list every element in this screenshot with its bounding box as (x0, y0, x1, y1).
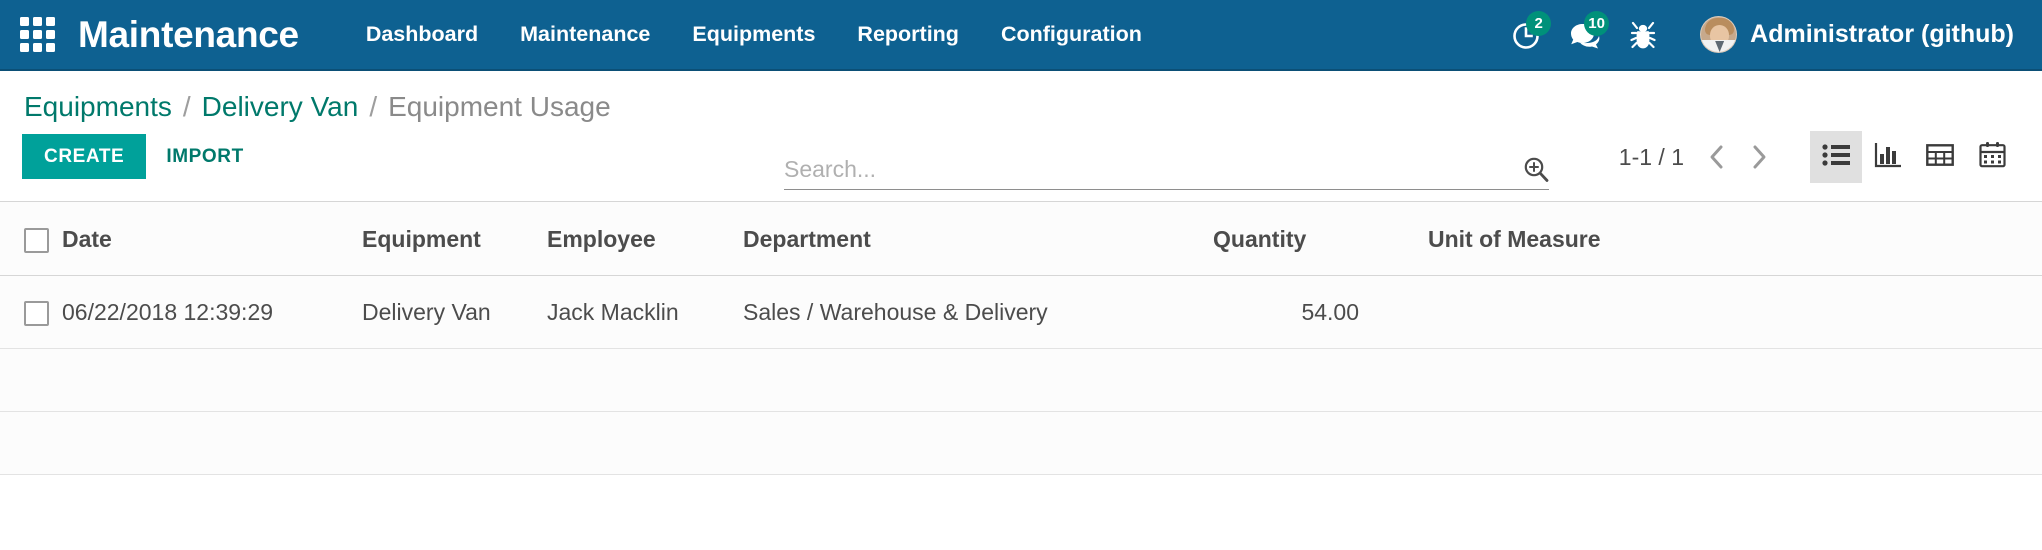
table-header-row: Date Equipment Employee Department Quant… (0, 202, 2042, 277)
activity-clock-icon[interactable]: 2 (1498, 0, 1556, 70)
user-avatar (1700, 16, 1738, 53)
table-empty-row (0, 348, 2042, 412)
debug-bug-icon[interactable] (1614, 0, 1672, 70)
apps-grid-dot (32, 17, 42, 26)
messages-count-badge: 10 (1584, 11, 1610, 36)
column-header-quantity[interactable]: Quantity (1213, 202, 1373, 277)
apps-grid-dot (19, 43, 29, 52)
breadcrumb-item-equipments[interactable]: Equipments (24, 93, 172, 121)
menu-item-reporting[interactable]: Reporting (836, 0, 980, 70)
breadcrumb: Equipments / Delivery Van / Equipment Us… (0, 93, 611, 121)
pivot-table-icon (1926, 143, 1954, 172)
breadcrumb-separator: / (182, 91, 191, 122)
row-checkbox[interactable] (24, 300, 49, 326)
table-header: Date Equipment Employee Department Quant… (0, 202, 2042, 277)
select-all-checkbox[interactable] (24, 228, 49, 254)
cell-employee: Jack Macklin (547, 275, 743, 349)
apps-grid-dot (32, 43, 42, 52)
cell-department: Sales / Warehouse & Delivery (743, 275, 1213, 349)
menu-item-dashboard[interactable]: Dashboard (345, 0, 499, 70)
user-menu[interactable]: Administrator (github) (1700, 16, 2020, 53)
cell-quantity: 54.00 (1213, 275, 1373, 349)
menu-item-equipments[interactable]: Equipments (671, 0, 836, 70)
column-header-unit-of-measure[interactable]: Unit of Measure (1373, 202, 2042, 277)
menu-item-configuration[interactable]: Configuration (980, 0, 1163, 70)
cell-unit-of-measure (1373, 275, 2042, 349)
menu-item-maintenance[interactable]: Maintenance (499, 0, 671, 70)
pager-next-button[interactable] (1738, 136, 1780, 178)
breadcrumb-item-current: Equipment Usage (388, 91, 611, 122)
view-switcher-pivot-button[interactable] (1914, 131, 1966, 183)
navbar-right-tools: 2 10 Administrator (github) (1498, 0, 2020, 70)
cell-equipment: Delivery Van (362, 275, 547, 349)
activity-count-badge: 2 (1526, 11, 1552, 36)
usage-table: Date Equipment Employee Department Quant… (0, 202, 2042, 475)
pager-previous-button[interactable] (1696, 136, 1738, 178)
column-header-equipment[interactable]: Equipment (362, 202, 547, 277)
breadcrumb-separator: / (369, 91, 378, 122)
view-switcher-list-button[interactable] (1810, 131, 1862, 183)
messages-icon[interactable]: 10 (1556, 0, 1614, 70)
import-button[interactable]: IMPORT (146, 134, 264, 179)
apps-grid-icon[interactable] (18, 16, 56, 54)
view-switcher-graph-button[interactable] (1862, 131, 1914, 183)
control-panel-buttons: CREATE IMPORT (22, 134, 264, 179)
apps-grid-dot (45, 30, 55, 39)
search-input[interactable] (784, 156, 1512, 183)
apps-grid-dot (45, 43, 55, 52)
list-icon (1822, 142, 1850, 173)
apps-grid-dot (32, 30, 42, 39)
pager-value[interactable]: 1-1 / 1 (1619, 144, 1696, 171)
row-select-cell (0, 275, 62, 349)
create-button[interactable]: CREATE (22, 134, 147, 179)
column-header-employee[interactable]: Employee (547, 202, 743, 277)
empty-cell (0, 348, 2042, 412)
search-view (784, 156, 1549, 190)
calendar-icon (1978, 141, 2006, 173)
apps-grid-dot (45, 17, 55, 26)
column-header-date[interactable]: Date (62, 202, 362, 277)
column-header-department[interactable]: Department (743, 202, 1213, 277)
view-switcher-calendar-button[interactable] (1966, 131, 2018, 183)
empty-cell (0, 411, 2042, 475)
control-panel: Equipments / Delivery Van / Equipment Us… (0, 71, 2042, 202)
control-panel-top-row: Equipments / Delivery Van / Equipment Us… (0, 71, 2042, 121)
list-view: Date Equipment Employee Department Quant… (0, 202, 2042, 475)
app-brand-title[interactable]: Maintenance (78, 16, 299, 53)
table-row[interactable]: 06/22/2018 12:39:29 Delivery Van Jack Ma… (0, 275, 2042, 349)
select-all-cell (0, 202, 62, 277)
search-plus-icon[interactable] (1512, 156, 1549, 183)
table-body: 06/22/2018 12:39:29 Delivery Van Jack Ma… (0, 275, 2042, 475)
apps-grid-dot (19, 17, 29, 26)
top-navbar: Maintenance Dashboard Maintenance Equipm… (0, 0, 2042, 71)
table-empty-row (0, 411, 2042, 475)
apps-grid-dot (19, 30, 29, 39)
view-switcher (1810, 131, 2018, 183)
main-menu: Dashboard Maintenance Equipments Reporti… (345, 0, 1163, 70)
cell-date: 06/22/2018 12:39:29 (62, 275, 362, 349)
bar-chart-icon (1874, 142, 1902, 173)
breadcrumb-item-delivery-van[interactable]: Delivery Van (202, 93, 359, 121)
user-name-label: Administrator (github) (1750, 20, 2014, 48)
control-panel-right-tools: 1-1 / 1 (1619, 131, 2018, 183)
